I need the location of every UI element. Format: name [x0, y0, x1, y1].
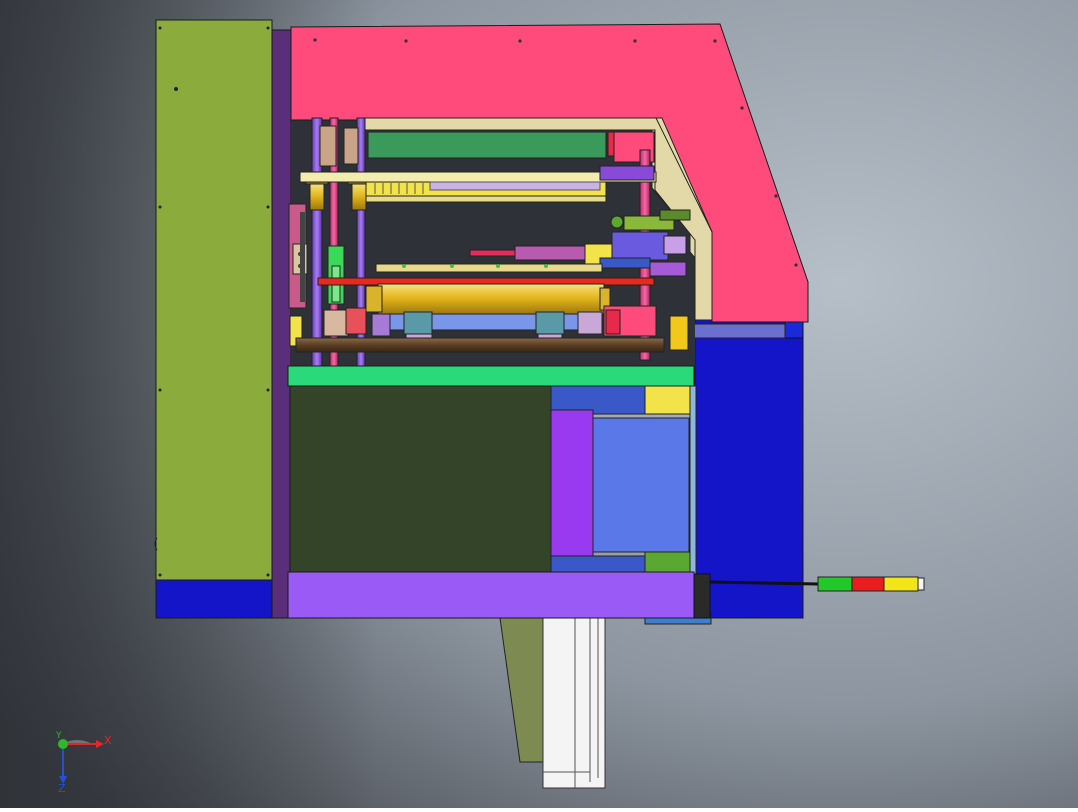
- lower-right-stack: [550, 385, 697, 575]
- x-axis-label: X: [104, 734, 112, 747]
- green-base-plate: [287, 365, 695, 387]
- cable-mount: [693, 573, 711, 619]
- brown-shaft: [295, 337, 665, 353]
- z-axis-label: Z: [58, 782, 66, 795]
- lower-dark-block: [289, 385, 553, 575]
- cad-viewport[interactable]: X Y Z: [0, 0, 1078, 808]
- main-roller: [365, 263, 611, 315]
- violet-base: [287, 571, 695, 619]
- frame-upright: [271, 29, 292, 619]
- machine-drawing: X Y Z: [0, 0, 1078, 808]
- signal-light-yellow: [883, 576, 919, 592]
- signal-light-red: [851, 576, 885, 592]
- left-side-panel: [154, 19, 273, 619]
- y-axis-label: Y: [55, 731, 62, 741]
- signal-light-green: [817, 576, 853, 592]
- top-green-plate: [367, 131, 607, 159]
